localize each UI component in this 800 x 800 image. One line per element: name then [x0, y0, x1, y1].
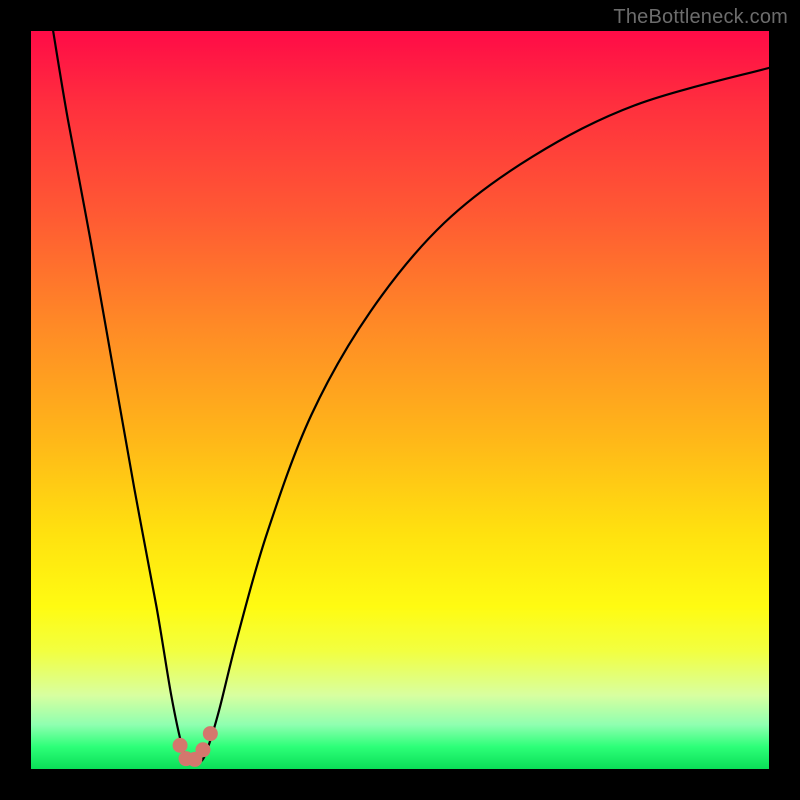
chart-frame: TheBottleneck.com	[0, 0, 800, 800]
optimum-marker	[195, 742, 210, 757]
plot-area	[31, 31, 769, 769]
watermark-text: TheBottleneck.com	[613, 6, 788, 29]
bottleneck-curve	[53, 31, 769, 763]
curve-layer	[31, 31, 769, 769]
optimum-marker	[203, 726, 218, 741]
optimum-marker	[173, 738, 188, 753]
